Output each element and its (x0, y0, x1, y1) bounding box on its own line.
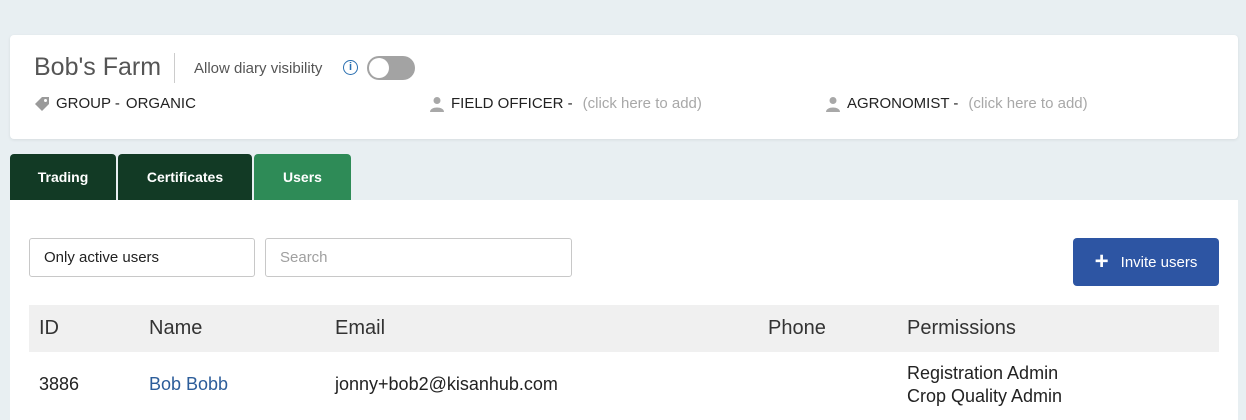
field-officer-add-link[interactable]: (click here to add) (583, 95, 702, 112)
user-email: jonny+bob2@kisanhub.com (335, 374, 558, 394)
group-label: GROUP - (56, 95, 120, 112)
field-officer-label: FIELD OFFICER - (451, 95, 573, 112)
invite-users-button[interactable]: + Invite users (1073, 238, 1219, 286)
column-header-email[interactable]: Email (335, 317, 385, 340)
tag-icon (35, 96, 49, 111)
table-row: 3886 Bob Bobb jonny+bob2@kisanhub.com Re… (29, 352, 1219, 420)
user-status-filter[interactable]: Only active users (29, 238, 255, 277)
info-icon[interactable]: i (343, 60, 358, 75)
agronomist-label: AGRONOMIST - (847, 95, 959, 112)
invite-users-label: Invite users (1120, 253, 1198, 271)
users-table-header: ID Name Email Phone Permissions (29, 305, 1219, 352)
diary-visibility-label: Allow diary visibility (194, 60, 323, 77)
agronomist-add-link[interactable]: (click here to add) (968, 95, 1087, 112)
user-icon (430, 96, 444, 112)
search-input[interactable] (265, 238, 572, 277)
user-id: 3886 (39, 374, 80, 394)
toggle-knob (369, 58, 389, 78)
tab-users[interactable]: Users (254, 154, 351, 200)
diary-visibility-toggle[interactable] (367, 56, 415, 80)
column-header-permissions[interactable]: Permissions (907, 317, 1016, 340)
column-header-name[interactable]: Name (149, 317, 202, 340)
column-header-phone[interactable]: Phone (768, 317, 826, 340)
tab-trading[interactable]: Trading (10, 154, 116, 200)
tab-bar: Trading Certificates Users (10, 154, 351, 200)
user-permissions: Registration Admin Crop Quality Admin (907, 362, 1062, 408)
users-panel: Only active users + Invite users ID Name… (10, 200, 1238, 420)
agronomist-info: AGRONOMIST - (click here to add) (825, 95, 1088, 112)
permission-item: Registration Admin (907, 363, 1059, 383)
permission-item: Crop Quality Admin (907, 386, 1063, 406)
plus-icon: + (1094, 248, 1109, 275)
field-officer-info: FIELD OFFICER - (click here to add) (429, 95, 702, 112)
column-header-id[interactable]: ID (39, 317, 59, 340)
tab-certificates[interactable]: Certificates (118, 154, 252, 200)
farm-title: Bob's Farm (34, 53, 162, 81)
user-name-link[interactable]: Bob Bobb (149, 374, 228, 395)
farm-header-card: Bob's Farm Allow diary visibility i GROU… (10, 35, 1238, 139)
title-divider (174, 53, 175, 83)
group-info: GROUP - ORGANIC (34, 95, 196, 112)
group-value: ORGANIC (125, 95, 196, 112)
user-icon (826, 96, 840, 112)
